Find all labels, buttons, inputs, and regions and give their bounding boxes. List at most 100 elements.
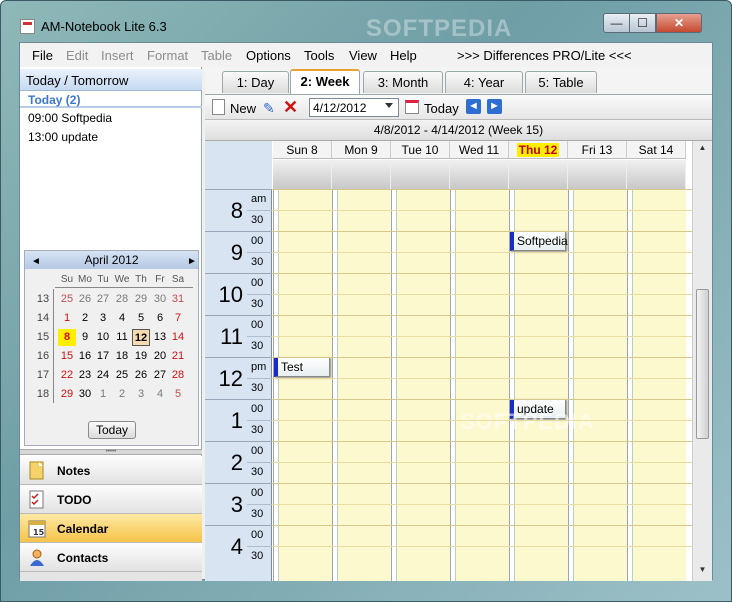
calendar-day[interactable]: 5 bbox=[169, 386, 187, 403]
maximize-button[interactable]: ☐ bbox=[629, 13, 656, 33]
all-day-cell[interactable] bbox=[627, 160, 686, 189]
day-header[interactable]: Wed 11 bbox=[450, 141, 509, 159]
nav-item-todo[interactable]: TODO bbox=[20, 485, 202, 514]
calendar-day[interactable]: 8 bbox=[58, 329, 76, 346]
calendar-day[interactable]: 30 bbox=[76, 386, 94, 403]
menu-item-7[interactable]: View bbox=[349, 48, 377, 63]
calendar-day[interactable]: 14 bbox=[169, 329, 187, 346]
day-column[interactable] bbox=[273, 189, 332, 581]
calendar-day[interactable]: 29 bbox=[58, 386, 76, 403]
calendar-day[interactable]: 27 bbox=[94, 291, 112, 308]
calendar-day[interactable]: 31 bbox=[169, 291, 187, 308]
all-day-cell[interactable] bbox=[391, 160, 450, 189]
day-column[interactable] bbox=[450, 189, 509, 581]
prev-week-icon[interactable]: ◄ bbox=[466, 99, 481, 114]
nav-item-contacts[interactable]: Contacts bbox=[20, 543, 202, 572]
calendar-day[interactable]: 25 bbox=[113, 367, 131, 384]
all-day-cell[interactable] bbox=[509, 160, 568, 189]
calendar-day[interactable]: 28 bbox=[169, 367, 187, 384]
calendar-day[interactable]: 21 bbox=[169, 348, 187, 365]
calendar-day[interactable]: 26 bbox=[76, 291, 94, 308]
calendar-day[interactable]: 20 bbox=[151, 348, 169, 365]
calendar-day[interactable]: 3 bbox=[94, 310, 112, 327]
calendar-day[interactable]: 18 bbox=[113, 348, 131, 365]
scroll-up-icon[interactable]: ▲ bbox=[693, 143, 712, 157]
tab-3[interactable]: 4: Year bbox=[445, 71, 523, 93]
minimize-button[interactable]: — bbox=[603, 13, 630, 33]
all-day-cell[interactable] bbox=[332, 160, 391, 189]
day-header[interactable]: Sun 8 bbox=[273, 141, 332, 159]
event-item[interactable]: 09:00 Softpedia bbox=[28, 111, 112, 125]
tab-1[interactable]: 2: Week bbox=[290, 69, 360, 94]
prev-month-icon[interactable]: ◄ bbox=[31, 253, 41, 271]
nav-item-notes[interactable]: Notes bbox=[20, 456, 202, 485]
calendar-day[interactable]: 22 bbox=[58, 367, 76, 384]
day-column[interactable] bbox=[391, 189, 450, 581]
calendar-day[interactable]: 25 bbox=[58, 291, 76, 308]
close-button[interactable]: ✕ bbox=[656, 13, 702, 33]
calendar-day[interactable]: 28 bbox=[113, 291, 131, 308]
calendar-day[interactable]: 23 bbox=[76, 367, 94, 384]
next-week-icon[interactable]: ► bbox=[487, 99, 502, 114]
calendar-day[interactable]: 5 bbox=[132, 310, 150, 327]
calendar-day[interactable]: 4 bbox=[113, 310, 131, 327]
calendar-day[interactable]: 1 bbox=[58, 310, 76, 327]
scroll-thumb[interactable] bbox=[696, 289, 709, 439]
calendar-day[interactable]: 12 bbox=[132, 329, 150, 346]
calendar-day[interactable]: 10 bbox=[94, 329, 112, 346]
calendar-day[interactable]: 15 bbox=[58, 348, 76, 365]
title-bar[interactable]: AM-Notebook Lite 6.3 SOFTPEDIA — ☐ ✕ bbox=[1, 1, 731, 42]
calendar-day[interactable]: 9 bbox=[76, 329, 94, 346]
calendar-day[interactable]: 30 bbox=[151, 291, 169, 308]
calendar-day[interactable]: 4 bbox=[151, 386, 169, 403]
app-icon[interactable] bbox=[20, 19, 35, 34]
menu-item-6[interactable]: Tools bbox=[304, 48, 334, 63]
today-button[interactable]: Today bbox=[424, 101, 459, 116]
calendar-day[interactable]: 1 bbox=[94, 386, 112, 403]
calendar-today-icon[interactable] bbox=[405, 100, 419, 114]
edit-icon[interactable]: ✎ bbox=[263, 100, 277, 116]
new-button[interactable]: New bbox=[230, 101, 256, 116]
next-month-icon[interactable]: ► bbox=[187, 253, 197, 271]
delete-icon[interactable]: ✕ bbox=[283, 97, 298, 118]
calendar-day[interactable]: 26 bbox=[132, 367, 150, 384]
tab-0[interactable]: 1: Day bbox=[222, 71, 289, 93]
menu-item-5[interactable]: Options bbox=[246, 48, 291, 63]
nav-item-calendar[interactable]: 15 Calendar bbox=[20, 514, 202, 543]
calendar-day[interactable]: 29 bbox=[132, 291, 150, 308]
appointment[interactable]: Test bbox=[274, 357, 330, 377]
tab-4[interactable]: 5: Table bbox=[525, 71, 597, 93]
calendar-day[interactable]: 2 bbox=[76, 310, 94, 327]
all-day-cell[interactable] bbox=[273, 160, 332, 189]
scroll-down-icon[interactable]: ▼ bbox=[693, 565, 712, 579]
calendar-day[interactable]: 16 bbox=[76, 348, 94, 365]
day-header[interactable]: Tue 10 bbox=[391, 141, 450, 159]
nav-splitter[interactable]: ••••• bbox=[20, 449, 202, 455]
tab-2[interactable]: 3: Month bbox=[363, 71, 443, 93]
calendar-day[interactable]: 13 bbox=[151, 329, 169, 346]
today-tomorrow-header[interactable]: Today / Tomorrow bbox=[20, 69, 202, 91]
calendar-day[interactable]: 7 bbox=[169, 310, 187, 327]
calendar-day[interactable]: 24 bbox=[94, 367, 112, 384]
all-day-cell[interactable] bbox=[450, 160, 509, 189]
appointment[interactable]: Softpedia bbox=[510, 231, 568, 251]
event-item[interactable]: 13:00 update bbox=[28, 130, 98, 144]
day-header[interactable]: Sat 14 bbox=[627, 141, 686, 159]
menu-item-9[interactable]: >>> Differences PRO/Lite <<< bbox=[457, 48, 632, 63]
menu-item-8[interactable]: Help bbox=[390, 48, 417, 63]
chevron-down-icon[interactable] bbox=[385, 103, 393, 108]
new-document-icon[interactable] bbox=[212, 99, 225, 115]
vertical-scrollbar[interactable]: ▲ ▼ bbox=[692, 141, 712, 581]
calendar-day[interactable]: 2 bbox=[113, 386, 131, 403]
day-header[interactable]: Mon 9 bbox=[332, 141, 391, 159]
calendar-day[interactable]: 27 bbox=[151, 367, 169, 384]
calendar-day[interactable]: 17 bbox=[94, 348, 112, 365]
menu-item-0[interactable]: File bbox=[32, 48, 53, 63]
day-column[interactable] bbox=[568, 189, 627, 581]
all-day-cell[interactable] bbox=[568, 160, 627, 189]
calendar-day[interactable]: 3 bbox=[132, 386, 150, 403]
day-header[interactable]: Fri 13 bbox=[568, 141, 627, 159]
calendar-day[interactable]: 19 bbox=[132, 348, 150, 365]
day-column[interactable] bbox=[627, 189, 686, 581]
day-column[interactable] bbox=[332, 189, 391, 581]
